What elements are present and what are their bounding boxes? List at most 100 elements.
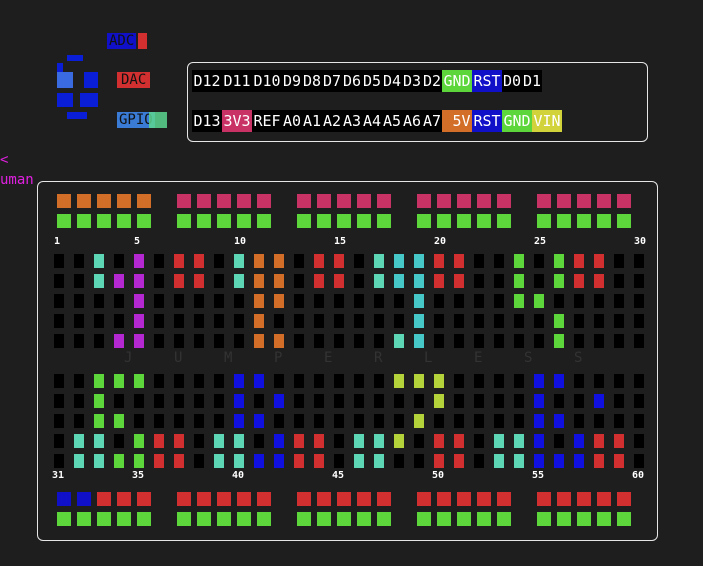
breadboard-hole-top[interactable] bbox=[314, 314, 324, 328]
breadboard-hole-top[interactable] bbox=[414, 314, 424, 328]
breadboard-hole-bottom[interactable] bbox=[274, 414, 284, 428]
breadboard-hole-top[interactable] bbox=[614, 254, 624, 268]
breadboard-hole-bottom[interactable] bbox=[494, 454, 504, 468]
breadboard-hole-top[interactable] bbox=[454, 274, 464, 288]
header-pin[interactable]: D5 bbox=[362, 70, 382, 92]
breadboard-hole-top[interactable] bbox=[54, 334, 64, 348]
breadboard-hole-top[interactable] bbox=[294, 254, 304, 268]
breadboard-hole-top[interactable] bbox=[214, 254, 224, 268]
breadboard-hole-bottom[interactable] bbox=[474, 394, 484, 408]
breadboard-hole-top[interactable] bbox=[234, 294, 244, 308]
breadboard-hole-top[interactable] bbox=[94, 294, 104, 308]
breadboard-hole-bottom[interactable] bbox=[434, 454, 444, 468]
rail-bottom-ground-hole[interactable] bbox=[137, 512, 151, 526]
rail-top-power-hole[interactable] bbox=[97, 194, 111, 208]
breadboard-hole-bottom[interactable] bbox=[254, 374, 264, 388]
breadboard-hole-bottom[interactable] bbox=[434, 434, 444, 448]
breadboard-hole-top[interactable] bbox=[154, 254, 164, 268]
rail-top-power-hole[interactable] bbox=[177, 194, 191, 208]
breadboard-hole-top[interactable] bbox=[194, 314, 204, 328]
rail-bottom-ground-hole[interactable] bbox=[197, 512, 211, 526]
rail-top-power-hole[interactable] bbox=[57, 194, 71, 208]
breadboard-hole-bottom[interactable] bbox=[374, 414, 384, 428]
breadboard-hole-bottom[interactable] bbox=[374, 434, 384, 448]
breadboard-hole-bottom[interactable] bbox=[554, 394, 564, 408]
rail-top-power-hole[interactable] bbox=[197, 194, 211, 208]
breadboard-hole-bottom[interactable] bbox=[134, 414, 144, 428]
breadboard-hole-bottom[interactable] bbox=[334, 434, 344, 448]
breadboard-hole-top[interactable] bbox=[94, 314, 104, 328]
breadboard-hole-bottom[interactable] bbox=[294, 414, 304, 428]
breadboard-hole-top[interactable] bbox=[574, 274, 584, 288]
breadboard-hole-bottom[interactable] bbox=[414, 454, 424, 468]
header-pin[interactable]: D10 bbox=[252, 70, 282, 92]
breadboard-hole-bottom[interactable] bbox=[574, 434, 584, 448]
breadboard-hole-top[interactable] bbox=[114, 274, 124, 288]
breadboard-hole-top[interactable] bbox=[534, 294, 544, 308]
breadboard-hole-bottom[interactable] bbox=[414, 394, 424, 408]
rail-top-power-hole[interactable] bbox=[557, 194, 571, 208]
breadboard-hole-bottom[interactable] bbox=[534, 394, 544, 408]
breadboard-hole-bottom[interactable] bbox=[634, 434, 644, 448]
rail-bottom-ground-hole[interactable] bbox=[497, 512, 511, 526]
breadboard-hole-top[interactable] bbox=[74, 254, 84, 268]
breadboard-hole-bottom[interactable] bbox=[494, 414, 504, 428]
breadboard-hole-bottom[interactable] bbox=[154, 434, 164, 448]
header-pin[interactable]: D9 bbox=[282, 70, 302, 92]
breadboard-hole-top[interactable] bbox=[134, 274, 144, 288]
breadboard-hole-top[interactable] bbox=[494, 334, 504, 348]
header-pin[interactable]: 5V bbox=[442, 110, 472, 132]
breadboard-hole-top[interactable] bbox=[254, 274, 264, 288]
rail-bottom-power-hole[interactable] bbox=[437, 492, 451, 506]
breadboard-hole-top[interactable] bbox=[214, 314, 224, 328]
breadboard-hole-top[interactable] bbox=[374, 294, 384, 308]
breadboard-hole-bottom[interactable] bbox=[294, 454, 304, 468]
breadboard-hole-top[interactable] bbox=[174, 314, 184, 328]
breadboard-hole-bottom[interactable] bbox=[554, 454, 564, 468]
breadboard-hole-top[interactable] bbox=[154, 274, 164, 288]
breadboard-hole-top[interactable] bbox=[474, 274, 484, 288]
breadboard-hole-bottom[interactable] bbox=[254, 434, 264, 448]
breadboard-hole-top[interactable] bbox=[294, 294, 304, 308]
header-pin[interactable]: RST bbox=[472, 110, 502, 132]
rail-top-power-hole[interactable] bbox=[77, 194, 91, 208]
rail-bottom-ground-hole[interactable] bbox=[317, 512, 331, 526]
breadboard-hole-top[interactable] bbox=[574, 314, 584, 328]
rail-bottom-power-hole[interactable] bbox=[237, 492, 251, 506]
rail-top-power-hole[interactable] bbox=[577, 194, 591, 208]
breadboard-hole-top[interactable] bbox=[234, 314, 244, 328]
rail-top-power-hole[interactable] bbox=[617, 194, 631, 208]
breadboard-hole-top[interactable] bbox=[594, 254, 604, 268]
breadboard-hole-top[interactable] bbox=[474, 334, 484, 348]
rail-bottom-ground-hole[interactable] bbox=[337, 512, 351, 526]
breadboard-hole-bottom[interactable] bbox=[314, 374, 324, 388]
rail-bottom-ground-hole[interactable] bbox=[437, 512, 451, 526]
breadboard-hole-top[interactable] bbox=[194, 274, 204, 288]
rail-top-power-hole[interactable] bbox=[457, 194, 471, 208]
breadboard-hole-top[interactable] bbox=[294, 274, 304, 288]
breadboard-hole-bottom[interactable] bbox=[354, 434, 364, 448]
breadboard-hole-top[interactable] bbox=[334, 334, 344, 348]
breadboard-hole-bottom[interactable] bbox=[114, 414, 124, 428]
rail-bottom-ground-hole[interactable] bbox=[377, 512, 391, 526]
breadboard-hole-top[interactable] bbox=[414, 274, 424, 288]
breadboard-hole-bottom[interactable] bbox=[294, 434, 304, 448]
breadboard-hole-bottom[interactable] bbox=[374, 454, 384, 468]
breadboard-hole-top[interactable] bbox=[94, 274, 104, 288]
rail-bottom-power-hole[interactable] bbox=[217, 492, 231, 506]
breadboard-hole-top[interactable] bbox=[334, 314, 344, 328]
header-pin[interactable]: A6 bbox=[402, 110, 422, 132]
breadboard-hole-top[interactable] bbox=[634, 334, 644, 348]
breadboard-hole-bottom[interactable] bbox=[374, 374, 384, 388]
rail-bottom-ground-hole[interactable] bbox=[537, 512, 551, 526]
breadboard-hole-top[interactable] bbox=[174, 334, 184, 348]
rail-top-power-hole[interactable] bbox=[377, 194, 391, 208]
rail-top-ground-hole[interactable] bbox=[377, 214, 391, 228]
rail-top-ground-hole[interactable] bbox=[537, 214, 551, 228]
breadboard-hole-bottom[interactable] bbox=[454, 414, 464, 428]
breadboard-hole-bottom[interactable] bbox=[234, 394, 244, 408]
breadboard-hole-top[interactable] bbox=[394, 334, 404, 348]
breadboard-hole-top[interactable] bbox=[514, 314, 524, 328]
rail-top-ground-hole[interactable] bbox=[597, 214, 611, 228]
breadboard-hole-top[interactable] bbox=[574, 254, 584, 268]
